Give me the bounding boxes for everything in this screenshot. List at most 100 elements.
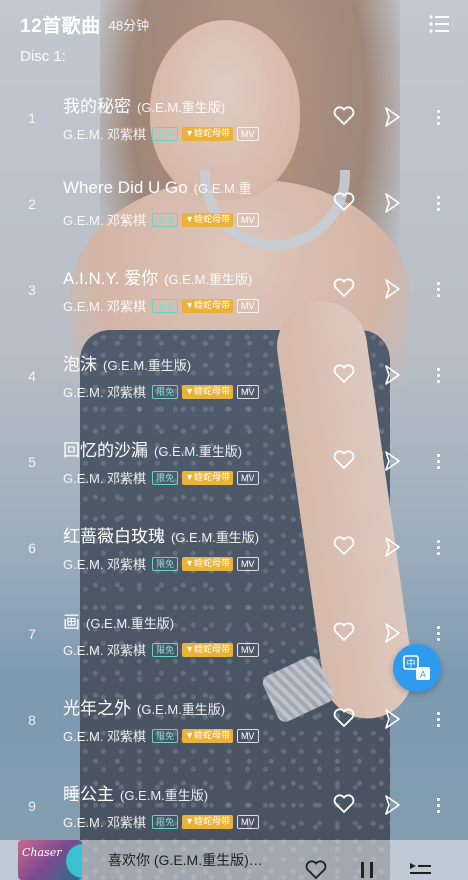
track-name: Where Did U Go xyxy=(63,178,188,197)
heart-icon[interactable] xyxy=(333,794,355,814)
track-title[interactable]: 睡公主 (G.E.M.重生版) xyxy=(63,780,323,805)
play-next-icon[interactable] xyxy=(382,364,402,386)
mini-player[interactable]: Chaser 喜欢你 (G.E.M.重生版)… xyxy=(0,840,468,880)
track-title[interactable]: 光年之外 (G.E.M.重生版) xyxy=(63,694,323,719)
more-icon[interactable] xyxy=(430,365,446,385)
track-artist[interactable]: G.E.M. 邓紫棋 xyxy=(63,640,146,659)
track-meta: G.E.M. 邓紫棋 限免 ▼蝰蛇母带 MV xyxy=(63,554,323,573)
heart-icon[interactable] xyxy=(333,536,355,556)
more-icon[interactable] xyxy=(430,279,446,299)
track-number: 6 xyxy=(28,540,36,556)
play-next-icon[interactable] xyxy=(382,622,402,644)
track-title[interactable]: 回忆的沙漏 (G.E.M.重生版) xyxy=(63,436,323,461)
track-version: (G.E.M.重生版) xyxy=(154,444,243,459)
track-name: A.I.N.Y. 爱你 xyxy=(63,269,159,288)
track-title[interactable]: Where Did U Go (G.E.M.重 xyxy=(63,178,323,198)
heart-icon[interactable] xyxy=(333,278,355,298)
track-meta: G.E.M. 邓紫棋 限免 ▼蝰蛇母带 MV xyxy=(63,468,323,487)
mv-badge[interactable]: MV xyxy=(237,728,259,743)
heart-icon[interactable] xyxy=(333,364,355,384)
playlist-header: 12首歌曲 48分钟 xyxy=(0,0,468,48)
play-next-icon[interactable] xyxy=(382,708,402,730)
more-icon[interactable] xyxy=(430,537,446,557)
track-row[interactable]: 5 回忆的沙漏 (G.E.M.重生版) G.E.M. 邓紫棋 限免 ▼蝰蛇母带 M… xyxy=(0,424,468,510)
track-title[interactable]: 画 (G.E.M.重生版) xyxy=(63,608,323,633)
more-icon[interactable] xyxy=(430,623,446,643)
track-title[interactable]: A.I.N.Y. 爱你 (G.E.M.重生版) xyxy=(63,264,323,289)
track-version: (G.E.M.重生版) xyxy=(86,616,175,631)
more-icon[interactable] xyxy=(430,193,446,213)
free-badge: 限免 xyxy=(152,728,179,743)
track-meta: G.E.M. 邓紫棋 限免 ▼蝰蛇母带 MV xyxy=(63,382,323,401)
more-icon[interactable] xyxy=(430,709,446,729)
track-name: 睡公主 xyxy=(63,785,114,804)
free-badge: 限免 xyxy=(152,126,179,141)
heart-icon[interactable] xyxy=(333,622,355,642)
track-meta: G.E.M. 邓紫棋 限免 ▼蝰蛇母带 MV xyxy=(63,726,323,745)
track-artist[interactable]: G.E.M. 邓紫棋 xyxy=(63,554,146,573)
track-artist[interactable]: G.E.M. 邓紫棋 xyxy=(63,210,146,229)
track-artist[interactable]: G.E.M. 邓紫棋 xyxy=(63,726,146,745)
viper-master-badge: ▼蝰蛇母带 xyxy=(182,728,233,743)
pause-icon[interactable] xyxy=(358,860,376,880)
more-icon[interactable] xyxy=(430,795,446,815)
track-row[interactable]: 1 我的秘密 (G.E.M.重生版) G.E.M. 邓紫棋 限免 ▼蝰蛇母带 MV xyxy=(0,80,468,166)
heart-icon[interactable] xyxy=(333,450,355,470)
play-next-icon[interactable] xyxy=(382,794,402,816)
mv-badge[interactable]: MV xyxy=(237,126,259,141)
viper-master-badge: ▼蝰蛇母带 xyxy=(182,126,233,141)
track-title[interactable]: 我的秘密 (G.E.M.重生版) xyxy=(63,92,323,117)
viper-master-badge: ▼蝰蛇母带 xyxy=(182,642,233,657)
free-badge: 限免 xyxy=(152,212,179,227)
heart-icon[interactable] xyxy=(305,860,327,880)
track-name: 泡沫 xyxy=(63,355,97,374)
mv-badge[interactable]: MV xyxy=(237,298,259,313)
svg-text:中: 中 xyxy=(406,658,415,670)
track-version: (G.E.M.重生版) xyxy=(171,530,260,545)
mv-badge[interactable]: MV xyxy=(237,642,259,657)
more-icon[interactable] xyxy=(430,451,446,471)
free-badge: 限免 xyxy=(152,814,179,829)
track-artist[interactable]: G.E.M. 邓紫棋 xyxy=(63,382,146,401)
play-next-icon[interactable] xyxy=(382,278,402,300)
queue-icon[interactable] xyxy=(408,860,432,878)
mv-badge[interactable]: MV xyxy=(237,556,259,571)
track-version: (G.E.M.重生版) xyxy=(137,702,226,717)
track-meta: G.E.M. 邓紫棋 限免 ▼蝰蛇母带 MV xyxy=(63,210,323,229)
track-row[interactable]: 4 泡沫 (G.E.M.重生版) G.E.M. 邓紫棋 限免 ▼蝰蛇母带 MV xyxy=(0,338,468,424)
track-artist[interactable]: G.E.M. 邓紫棋 xyxy=(63,124,146,143)
track-row[interactable]: 8 光年之外 (G.E.M.重生版) G.E.M. 邓紫棋 限免 ▼蝰蛇母带 MV xyxy=(0,682,468,768)
mv-badge[interactable]: MV xyxy=(237,470,259,485)
track-artist[interactable]: G.E.M. 邓紫棋 xyxy=(63,296,146,315)
track-artist[interactable]: G.E.M. 邓紫棋 xyxy=(63,812,146,831)
play-next-icon[interactable] xyxy=(382,536,402,558)
track-row[interactable]: 6 红蔷薇白玫瑰 (G.E.M.重生版) G.E.M. 邓紫棋 限免 ▼蝰蛇母带 … xyxy=(0,510,468,596)
track-meta: G.E.M. 邓紫棋 限免 ▼蝰蛇母带 MV xyxy=(63,124,323,143)
track-row[interactable]: 3 A.I.N.Y. 爱你 (G.E.M.重生版) G.E.M. 邓紫棋 限免 ▼… xyxy=(0,252,468,338)
track-title[interactable]: 红蔷薇白玫瑰 (G.E.M.重生版) xyxy=(63,522,323,547)
mv-badge[interactable]: MV xyxy=(237,212,259,227)
track-row[interactable]: 2 Where Did U Go (G.E.M.重 G.E.M. 邓紫棋 限免 ▼… xyxy=(0,166,468,252)
now-playing-title[interactable]: 喜欢你 (G.E.M.重生版)… xyxy=(108,850,288,870)
mv-badge[interactable]: MV xyxy=(237,814,259,829)
list-menu-icon[interactable] xyxy=(428,14,450,34)
translate-float-button[interactable]: 中 A xyxy=(393,644,441,692)
more-icon[interactable] xyxy=(430,107,446,127)
heart-icon[interactable] xyxy=(333,708,355,728)
track-number: 4 xyxy=(28,368,36,384)
track-meta: G.E.M. 邓紫棋 限免 ▼蝰蛇母带 MV xyxy=(63,812,323,831)
track-title[interactable]: 泡沫 (G.E.M.重生版) xyxy=(63,350,323,375)
svg-text:A: A xyxy=(420,671,427,681)
track-version: (G.E.M.重 xyxy=(193,181,252,196)
viper-master-badge: ▼蝰蛇母带 xyxy=(182,556,233,571)
heart-icon[interactable] xyxy=(333,106,355,126)
mv-badge[interactable]: MV xyxy=(237,384,259,399)
disc-label: Disc 1: xyxy=(20,48,66,65)
album-cover[interactable]: Chaser xyxy=(18,840,82,880)
play-next-icon[interactable] xyxy=(382,450,402,472)
heart-icon[interactable] xyxy=(333,192,355,212)
play-next-icon[interactable] xyxy=(382,192,402,214)
track-artist[interactable]: G.E.M. 邓紫棋 xyxy=(63,468,146,487)
viper-master-badge: ▼蝰蛇母带 xyxy=(182,814,233,829)
play-next-icon[interactable] xyxy=(382,106,402,128)
